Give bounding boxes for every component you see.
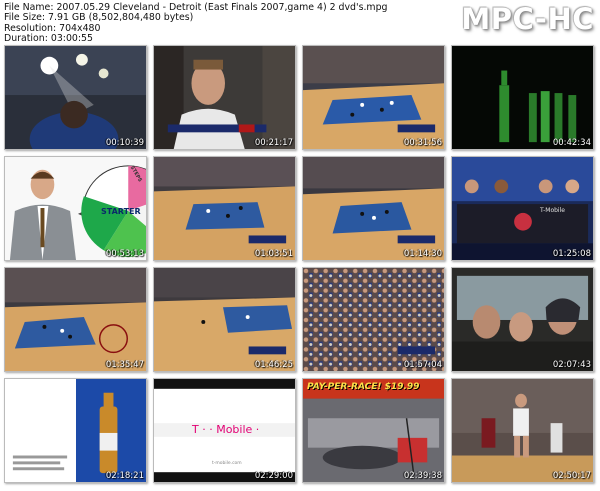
arena-lights-scene — [5, 46, 146, 149]
timestamp: 02:07:43 — [552, 360, 591, 370]
court-wide-scene — [154, 268, 295, 371]
court-wide-scene — [5, 268, 146, 371]
timestamp: 02:18:21 — [105, 471, 144, 481]
thumbnail[interactable]: STARTER STEPS 00:53:13 — [4, 156, 147, 261]
thumbnail[interactable]: 01:03:51 — [153, 156, 296, 261]
timestamp: 01:35:47 — [105, 360, 144, 370]
thumbnail[interactable]: 00:10:39 — [4, 45, 147, 150]
thumbnail[interactable]: 02:50:17 — [451, 378, 594, 483]
tmobile-url: t-mobile.com — [212, 461, 242, 466]
tmobile-logo: T · · Mobile · — [192, 423, 260, 436]
timestamp: 01:25:08 — [552, 249, 591, 259]
timestamp: 02:39:38 — [403, 471, 442, 481]
thumbnail[interactable]: T-Mobile 01:25:08 — [451, 156, 594, 261]
timestamp: 01:03:51 — [254, 249, 293, 259]
timestamp: 00:53:13 — [105, 249, 144, 259]
thumbnail[interactable]: 02:18:21 — [4, 378, 147, 483]
thumbnail[interactable]: PAY-PER-RACE! $19.99 02:39:38 — [302, 378, 445, 483]
timestamp: 00:31:56 — [403, 138, 442, 148]
file-info: File Name: 2007.05.29 Cleveland - Detroi… — [4, 2, 387, 45]
timestamp: 00:42:34 — [552, 138, 591, 148]
wheel-label: STARTER — [101, 207, 141, 216]
timestamp: 00:21:17 — [254, 138, 293, 148]
green-bottles-scene — [452, 46, 593, 149]
court-wide-scene — [303, 46, 444, 149]
court-wide-scene — [154, 157, 295, 260]
studio-desk-scene — [452, 157, 593, 260]
car-interior-scene — [452, 268, 593, 371]
player-closeup-scene — [154, 46, 295, 149]
thumbnail[interactable]: 00:42:34 — [451, 45, 594, 150]
thumbnail-grid: 00:10:39 00:21:17 00:31:56 00:42:34 STAR… — [4, 45, 596, 489]
thumbnail[interactable]: 02:07:43 — [451, 267, 594, 372]
thumbnail[interactable]: 01:46:25 — [153, 267, 296, 372]
thumbnail[interactable]: 00:21:17 — [153, 45, 296, 150]
timestamp: 02:50:17 — [552, 471, 591, 481]
studio-sponsor-text: T-Mobile — [540, 207, 565, 214]
court-wide-scene — [303, 157, 444, 260]
timestamp: 00:10:39 — [105, 138, 144, 148]
timestamp: 02:29:00 — [254, 471, 293, 481]
timestamp: 01:46:25 — [254, 360, 293, 370]
thumbnail[interactable]: 01:57:04 — [302, 267, 445, 372]
pay-per-race-scene — [303, 379, 444, 482]
thumbnail[interactable]: 01:35:47 — [4, 267, 147, 372]
duration: Duration: 03:00:55 — [4, 33, 93, 45]
thumbnail[interactable]: 01:14:30 — [302, 156, 445, 261]
pay-per-race-banner: PAY-PER-RACE! $19.99 — [307, 382, 420, 392]
thumbnail[interactable]: 00:31:56 — [302, 45, 445, 150]
crowd-scene — [303, 268, 444, 371]
thumbnail[interactable]: T · · Mobile · t-mobile.com 02:29:00 — [153, 378, 296, 483]
court-closeup-scene — [452, 379, 593, 482]
beer-ad-scene — [5, 379, 146, 482]
mpc-hc-logo: MPC-HC — [461, 2, 594, 36]
timestamp: 01:57:04 — [403, 360, 442, 370]
timestamp: 01:14:30 — [403, 249, 442, 259]
